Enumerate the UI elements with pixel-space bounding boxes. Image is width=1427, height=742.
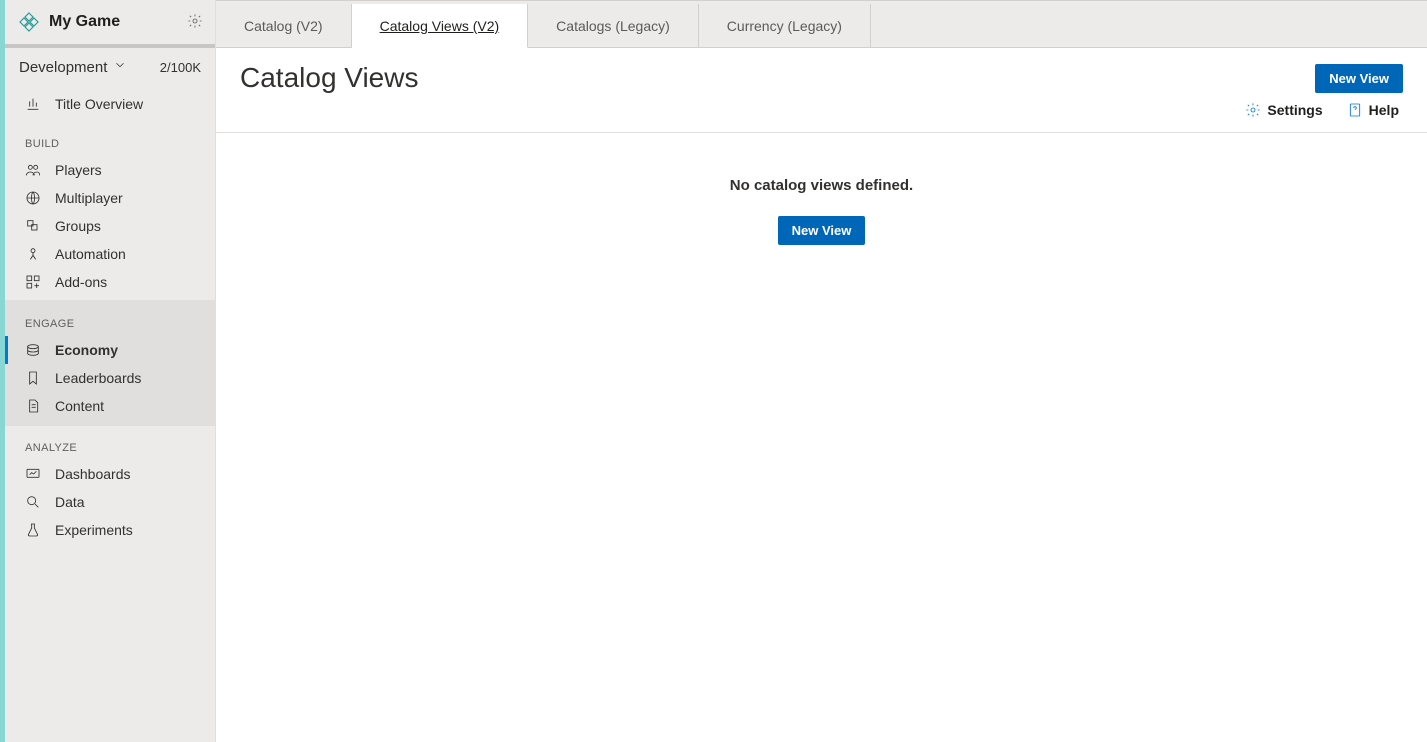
help-label: Help [1369,102,1399,118]
game-name: My Game [49,13,187,31]
players-icon [25,162,41,178]
sidebar-item-label: Economy [55,342,118,358]
help-link[interactable]: Help [1347,102,1399,118]
page-header: Catalog Views New View Settings Help [216,48,1427,133]
sidebar-section-build: BUILD Players Multiplayer Groups Automat… [5,122,215,300]
sidebar-item-title-overview[interactable]: Title Overview [5,90,215,118]
section-title-analyze: ANALYZE [5,430,215,460]
empty-new-view-button[interactable]: New View [778,216,866,245]
sidebar-item-data[interactable]: Data [5,488,215,516]
sidebar-item-players[interactable]: Players [5,156,215,184]
sidebar-item-experiments[interactable]: Experiments [5,516,215,544]
dashboard-icon [25,466,41,482]
page-title: Catalog Views [240,62,418,94]
tab-catalogs-legacy[interactable]: Catalogs (Legacy) [528,4,699,47]
app-logo-icon [17,10,41,34]
tab-bar: Catalog (V2) Catalog Views (V2) Catalogs… [216,0,1427,48]
sidebar-item-label: Add-ons [55,274,107,290]
tab-catalog-views-v2[interactable]: Catalog Views (V2) [352,4,529,48]
sidebar-item-addons[interactable]: Add-ons [5,268,215,296]
sidebar-item-label: Dashboards [55,466,131,482]
bar-chart-icon [25,96,41,112]
flask-icon [25,522,41,538]
sidebar-section-analyze: ANALYZE Dashboards Data Experiments [5,426,215,548]
sidebar-section-engage: ENGAGE Economy Leaderboards Content [5,300,215,426]
groups-icon [25,218,41,234]
bookmark-icon [25,370,41,386]
new-view-button[interactable]: New View [1315,64,1403,93]
sidebar-item-dashboards[interactable]: Dashboards [5,460,215,488]
sidebar-item-label: Players [55,162,102,178]
globe-icon [25,190,41,206]
environment-label: Development [19,59,107,76]
sidebar-item-label: Content [55,398,104,414]
empty-state: No catalog views defined. New View [216,133,1427,742]
tab-catalog-v2[interactable]: Catalog (V2) [216,4,352,47]
sidebar-item-label: Groups [55,218,101,234]
automation-icon [25,246,41,262]
page-header-actions: Settings Help [240,94,1403,128]
usage-count: 2/100K [160,60,201,75]
environment-selector: Development 2/100K [5,48,215,86]
sidebar-item-content[interactable]: Content [5,392,215,420]
empty-message: No catalog views defined. [730,177,913,194]
settings-gear-icon [1245,102,1261,118]
sidebar-item-groups[interactable]: Groups [5,212,215,240]
section-title-engage: ENGAGE [5,306,215,336]
sidebar: My Game Development 2/100K Title Overvie… [0,0,216,742]
sidebar-header: My Game [5,0,215,48]
settings-link[interactable]: Settings [1245,102,1322,118]
sidebar-item-automation[interactable]: Automation [5,240,215,268]
environment-dropdown[interactable]: Development [19,58,127,76]
sidebar-item-economy[interactable]: Economy [5,336,215,364]
help-document-icon [1347,102,1363,118]
gear-icon[interactable] [187,13,203,32]
sidebar-item-leaderboards[interactable]: Leaderboards [5,364,215,392]
content: Catalog Views New View Settings Help [216,48,1427,742]
chevron-down-icon [113,58,127,76]
sidebar-item-label: Experiments [55,522,133,538]
sidebar-item-label: Title Overview [55,96,143,112]
document-icon [25,398,41,414]
sidebar-item-label: Data [55,494,85,510]
tab-currency-legacy[interactable]: Currency (Legacy) [699,4,871,47]
page-header-row: Catalog Views New View [240,62,1403,94]
economy-icon [25,342,41,358]
section-title-build: BUILD [5,126,215,156]
sidebar-section-overview: Title Overview [5,86,215,122]
sidebar-item-label: Automation [55,246,126,262]
sidebar-item-label: Leaderboards [55,370,141,386]
sidebar-item-multiplayer[interactable]: Multiplayer [5,184,215,212]
main-area: Catalog (V2) Catalog Views (V2) Catalogs… [216,0,1427,742]
settings-label: Settings [1267,102,1322,118]
addons-icon [25,274,41,290]
sidebar-item-label: Multiplayer [55,190,123,206]
search-icon [25,494,41,510]
